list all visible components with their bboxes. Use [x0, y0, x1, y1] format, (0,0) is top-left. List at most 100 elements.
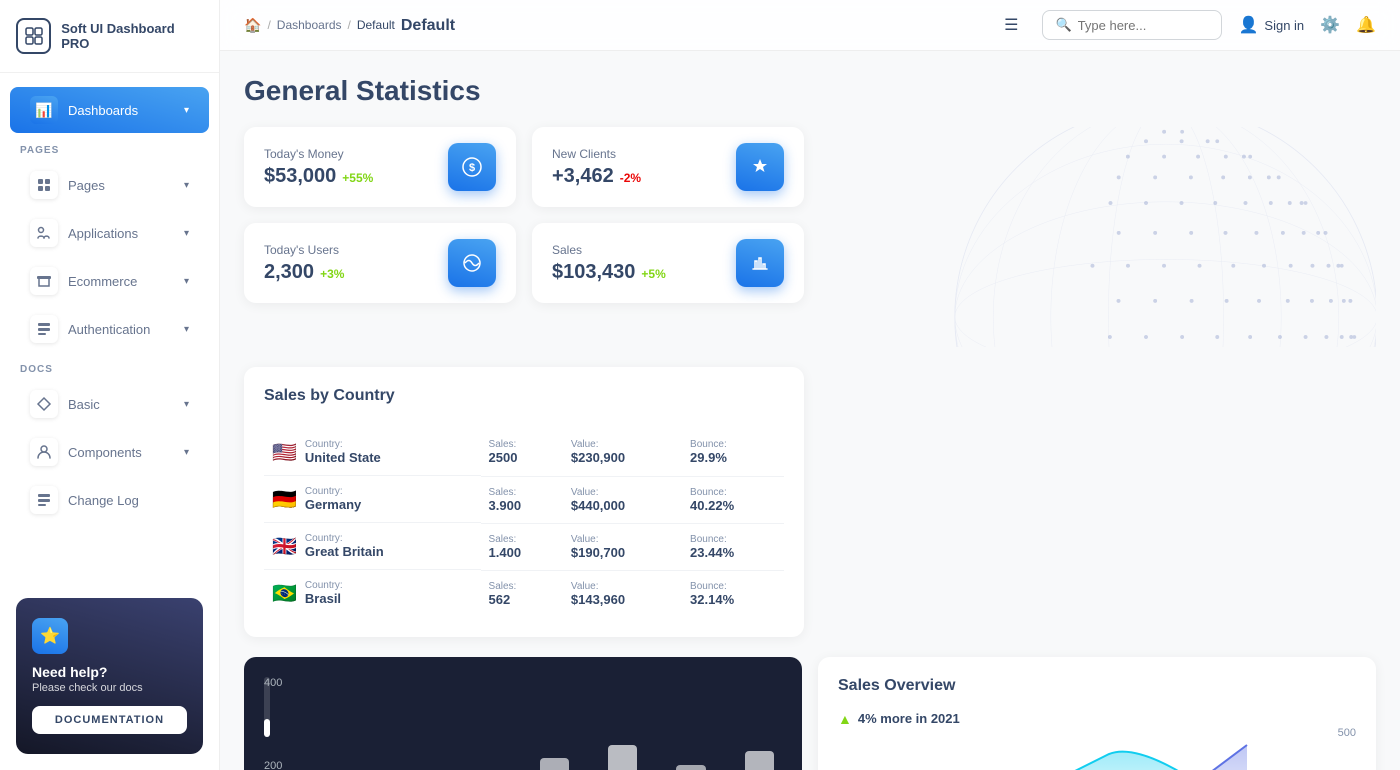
table-row: 🇬🇧 Country: Great Britain Sales: 1.400 V… — [264, 523, 784, 570]
bounce-col-label: Bounce: — [690, 487, 776, 498]
chevron-down-icon: ▾ — [184, 447, 189, 458]
docs-section-label: DOCS — [0, 354, 219, 379]
country-col-label: Country: — [305, 486, 361, 497]
stat-label-1: New Clients — [552, 147, 641, 161]
sidebar-item-pages[interactable]: Pages ▾ — [10, 162, 209, 208]
sidebar-item-authentication-label: Authentication — [68, 322, 150, 337]
stat-icon-clients — [736, 143, 784, 191]
sales-col-label: Sales: — [489, 534, 555, 545]
stat-label-0: Today's Money — [264, 147, 373, 161]
col-value — [563, 421, 682, 429]
country-name: United State — [305, 450, 381, 465]
sidebar-item-ecommerce[interactable]: Ecommerce ▾ — [10, 258, 209, 304]
bar — [676, 765, 705, 770]
value-value: $440,000 — [571, 498, 674, 513]
col-country — [264, 421, 481, 429]
stat-value-3: $103,430 — [552, 261, 635, 284]
sign-in-label: Sign in — [1264, 18, 1304, 33]
country-name: Great Britain — [305, 544, 384, 559]
sales-overview-title: Sales Overview — [838, 677, 1356, 695]
bounce-value: 40.22% — [690, 498, 776, 513]
stat-value-2: 2,300 — [264, 261, 314, 284]
sidebar-item-dashboards[interactable]: 📊 Dashboards ▾ — [10, 87, 209, 133]
sidebar-item-changelog-label: Change Log — [68, 493, 139, 508]
sidebar-item-applications-label: Applications — [68, 226, 138, 241]
table-row: 🇧🇷 Country: Brasil Sales: 562 Value: $14… — [264, 570, 784, 617]
documentation-button[interactable]: DOCUMENTATION — [32, 706, 187, 734]
stat-change-0: +55% — [342, 171, 373, 185]
stat-card-users: Today's Users 2,300 +3% — [244, 223, 516, 303]
value-col-label: Value: — [571, 439, 674, 450]
logo-icon — [16, 18, 51, 54]
sales-col-label: Sales: — [489, 581, 555, 592]
basic-icon — [30, 390, 58, 418]
sidebar-item-applications[interactable]: Applications ▾ — [10, 210, 209, 256]
stat-label-2: Today's Users — [264, 243, 344, 257]
flag-icon: 🇬🇧 — [272, 534, 297, 559]
search-box[interactable]: 🔍 — [1042, 10, 1222, 40]
bounce-value: 29.9% — [690, 450, 776, 465]
header: 🏠 / Dashboards / Default Default ☰ 🔍 👤 S… — [220, 0, 1400, 51]
sidebar-item-basic-label: Basic — [68, 397, 100, 412]
value-value: $230,900 — [571, 450, 674, 465]
bar — [745, 751, 774, 770]
trend-up-icon: ▲ — [838, 711, 852, 727]
bottom-charts: 400 200 0 Sales Overview ▲ 4% more in 20… — [244, 657, 1376, 770]
bounce-col-label: Bounce: — [690, 439, 776, 450]
search-input[interactable] — [1078, 18, 1210, 33]
value-col-label: Value: — [571, 534, 674, 545]
authentication-icon — [30, 315, 58, 343]
chevron-down-icon: ▾ — [184, 180, 189, 191]
sidebar-logo: Soft UI Dashboard PRO — [0, 0, 219, 73]
bar — [540, 758, 569, 770]
flag-icon: 🇺🇸 — [272, 440, 297, 465]
sign-in-button[interactable]: 👤 Sign in — [1238, 15, 1304, 35]
globe-dots — [896, 127, 1376, 347]
sales-y-500: 500 — [1338, 727, 1356, 739]
stat-icon-users — [448, 239, 496, 287]
menu-icon[interactable]: ☰ — [996, 15, 1026, 35]
table-row: 🇺🇸 Country: United State Sales: 2500 Val… — [264, 429, 784, 476]
flag-icon: 🇧🇷 — [272, 581, 297, 606]
breadcrumb: 🏠 / Dashboards / Default Default — [244, 15, 980, 35]
col-bounce — [682, 421, 784, 429]
svg-text:$: $ — [469, 162, 475, 174]
sales-country-title: Sales by Country — [264, 387, 784, 405]
sidebar-item-changelog[interactable]: Change Log — [10, 477, 209, 523]
page-breadcrumb-title: Default — [401, 17, 455, 35]
app-name: Soft UI Dashboard PRO — [61, 21, 203, 51]
sidebar-item-components[interactable]: Components ▾ — [10, 429, 209, 475]
stat-change-1: -2% — [620, 171, 641, 185]
search-icon: 🔍 — [1055, 17, 1071, 33]
stat-card-clients: New Clients +3,462 -2% — [532, 127, 804, 207]
chevron-down-icon: ▾ — [184, 105, 189, 116]
settings-icon[interactable]: ⚙️ — [1320, 15, 1340, 35]
dashboards-icon: 📊 — [30, 96, 58, 124]
value-col-label: Value: — [571, 581, 674, 592]
applications-icon — [30, 219, 58, 247]
sidebar-item-pages-label: Pages — [68, 178, 105, 193]
sales-line-chart — [838, 735, 1356, 770]
bar-chart-card: 400 200 0 — [244, 657, 802, 770]
sales-value: 1.400 — [489, 545, 555, 560]
pages-icon — [30, 171, 58, 199]
sales-overview-badge: 4% more in 2021 — [858, 711, 960, 726]
pages-section-label: PAGES — [0, 135, 219, 160]
stat-card-sales: Sales $103,430 +5% — [532, 223, 804, 303]
sidebar-item-basic[interactable]: Basic ▾ — [10, 381, 209, 427]
stat-value-0: $53,000 — [264, 165, 336, 188]
sidebar-item-components-label: Components — [68, 445, 142, 460]
help-title: Need help? — [32, 664, 187, 680]
country-col-label: Country: — [305, 580, 343, 591]
stat-label-3: Sales — [552, 243, 666, 257]
stat-icon-sales — [736, 239, 784, 287]
chevron-down-icon: ▾ — [184, 276, 189, 287]
sidebar-item-authentication[interactable]: Authentication ▾ — [10, 306, 209, 352]
chevron-down-icon: ▾ — [184, 228, 189, 239]
table-row: 🇩🇪 Country: Germany Sales: 3.900 Value: … — [264, 476, 784, 523]
notifications-icon[interactable]: 🔔 — [1356, 15, 1376, 35]
user-icon: 👤 — [1238, 15, 1258, 35]
country-name: Germany — [305, 497, 361, 512]
chevron-down-icon: ▾ — [184, 324, 189, 335]
sidebar-item-ecommerce-label: Ecommerce — [68, 274, 137, 289]
